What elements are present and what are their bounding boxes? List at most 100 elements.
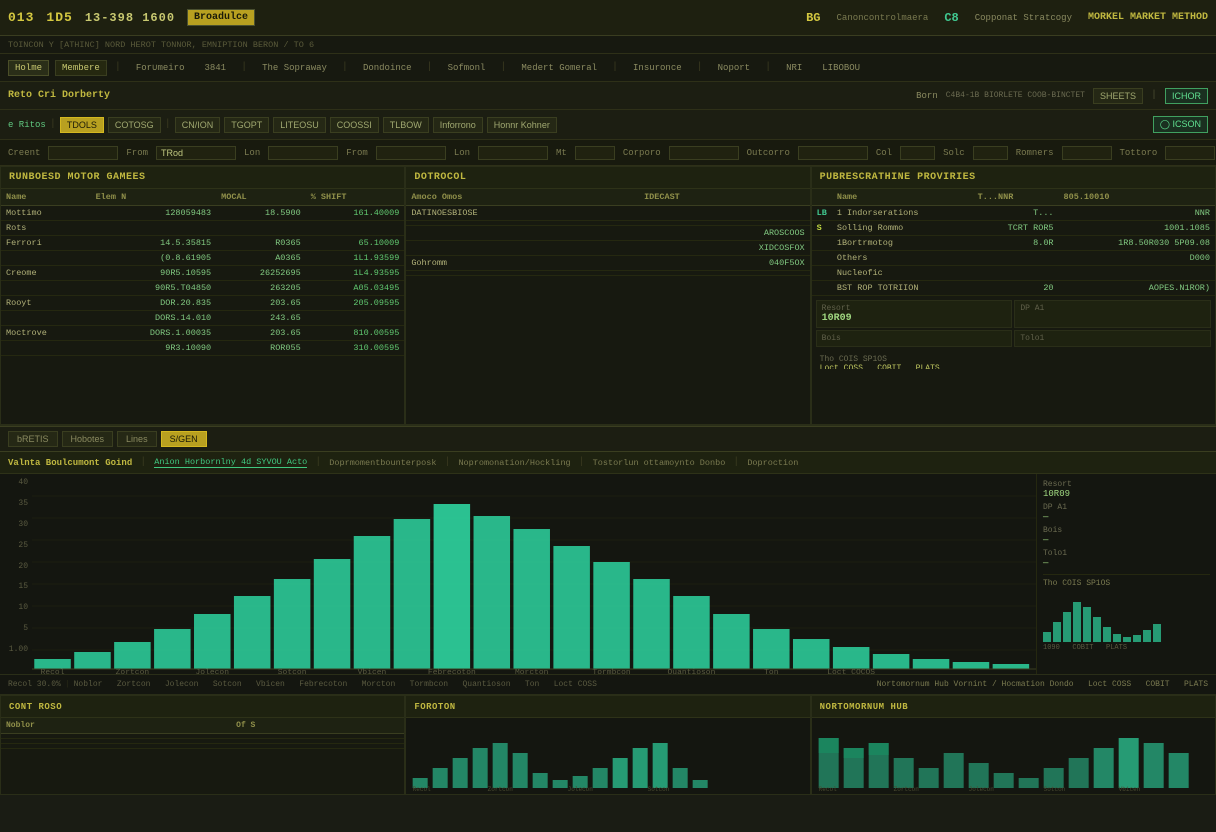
- chart-right-panel: Resort 10R09 DP A1 — Bois — Tolo1 — Tho …: [1036, 474, 1216, 674]
- toolbar-btn-cotosg[interactable]: COTOSG: [108, 117, 161, 133]
- filter-tottoro-input[interactable]: [1165, 146, 1215, 160]
- nav-sep8: |: [765, 62, 771, 73]
- bottom-tabs-bar: bRETIS Hobotes Lines S/GEN: [0, 426, 1216, 452]
- right-stats-grid: Resort 10R09 DP A1 Bois Tolo1: [812, 296, 1215, 351]
- nav-3841[interactable]: 3841: [197, 60, 233, 76]
- nav-sep3: |: [342, 62, 348, 73]
- born-label: Born: [916, 91, 938, 101]
- table-row: (0.8.61905A03651L1.93599: [1, 251, 404, 266]
- module-badge[interactable]: Broadulce: [187, 9, 255, 26]
- right-col0: [812, 189, 832, 206]
- toolbar-action-btn[interactable]: ◯ ICSON: [1153, 116, 1208, 133]
- nav-libobou[interactable]: LIBOBOU: [815, 60, 867, 76]
- nav-nri[interactable]: NRI: [779, 60, 809, 76]
- nav-sep7: |: [697, 62, 703, 73]
- bottom-tab-bretis[interactable]: bRETIS: [8, 431, 58, 447]
- top-bar-right: BG Canoncontrolmaera C8 Copponat Stratco…: [806, 11, 1208, 25]
- label2: MORKEL MARKET METHOD: [1088, 12, 1208, 23]
- chart-label2[interactable]: Doprmomentbounterposk: [329, 458, 436, 468]
- chart-stat2: DP A1 —: [1043, 503, 1210, 522]
- nav-medert[interactable]: Medert Gomeral: [514, 60, 604, 76]
- nav-home[interactable]: Holme: [8, 60, 49, 76]
- left-panel-header: Runboesd Motor Gamees: [1, 167, 404, 189]
- subtitle-bar: TOINCON Y [ATHINC] NORD HEROT TONNOR, EM…: [0, 36, 1216, 54]
- svg-text:Zortcon: Zortcon: [488, 786, 514, 793]
- nav-member[interactable]: Membere: [55, 60, 107, 76]
- table-row: S Solling Rommo TCRT ROR5 1001.1085: [812, 221, 1215, 236]
- chart-label5[interactable]: Doproction: [747, 458, 798, 468]
- toolbar-btn-inform[interactable]: Inforrono: [433, 117, 483, 133]
- bottom-mid-header: Foroton: [406, 696, 809, 718]
- mid-table-scroll[interactable]: Amoco Omos IDECAST DATINOESBIOSE AROSCOO…: [406, 189, 809, 276]
- svg-text:Loct COCOS: Loct COCOS: [827, 669, 875, 674]
- toolbar-btn-tgopt[interactable]: TGOPT: [224, 117, 269, 133]
- bottom-right-title: Nortomornum Hub: [820, 702, 909, 712]
- chart-label3[interactable]: Nopromonation/Hockling: [458, 458, 570, 468]
- filter-outcorro-input[interactable]: [798, 146, 868, 160]
- y-1: 1.00: [4, 645, 28, 654]
- stat-bois: Bois: [816, 330, 1013, 347]
- filter-creent-input[interactable]: [48, 146, 118, 160]
- filter-from-label: From: [126, 148, 148, 158]
- bottom-tab-hobotes[interactable]: Hobotes: [62, 431, 114, 447]
- nav-sopraway[interactable]: The Sopraway: [255, 60, 334, 76]
- filter-solc-input[interactable]: [973, 146, 1008, 160]
- filter-top-bar: Reto Cri Dorberty Born C4B4-1B BIORLETE …: [0, 82, 1216, 110]
- chart-main-title: Valnta Boulcumont Goind: [8, 458, 132, 468]
- table-row: Others D000: [812, 251, 1215, 266]
- bottom-tab-lines[interactable]: Lines: [117, 431, 157, 447]
- filter-corporo-input[interactable]: [669, 146, 739, 160]
- sheets-button[interactable]: SHEETS: [1093, 88, 1143, 104]
- filter-from-input[interactable]: [156, 146, 236, 160]
- nav-sofmonl[interactable]: Sofmonl: [441, 60, 493, 76]
- y-10: 10: [4, 603, 28, 612]
- filter-solc-label: Solc: [943, 148, 965, 158]
- toolbar-btn-liteosu[interactable]: LITEOSU: [273, 117, 326, 133]
- table-row: LB 1 Indorserations T... NNR: [812, 206, 1215, 221]
- left-table-scroll[interactable]: Name Elem N MOCAL % SHIFT Mottimo1280594…: [1, 189, 404, 356]
- col-name: Name: [1, 189, 91, 206]
- mid-panel-header: Dotrocol: [406, 167, 809, 189]
- nav-noport[interactable]: Noport: [711, 60, 757, 76]
- nav-dondoince[interactable]: Dondoince: [356, 60, 419, 76]
- chart-stat3: Bois —: [1043, 526, 1210, 545]
- toolbar: e Ritos | TDOLS COTOSG | CN/ION TGOPT LI…: [0, 110, 1216, 140]
- right-table-scroll[interactable]: Name T...NNR 805.10010 LB 1 Indorseratio…: [812, 189, 1215, 369]
- bottom-tab-sgen[interactable]: S/GEN: [161, 431, 207, 447]
- filter-lon-input[interactable]: [268, 146, 338, 160]
- toolbar-btn-honnr[interactable]: Honnr Kohner: [487, 117, 557, 133]
- chart-label4[interactable]: Tostorlun ottamoynto Donbo: [593, 458, 726, 468]
- filter-creent-label: Creent: [8, 148, 40, 158]
- filter-romners-input[interactable]: [1062, 146, 1112, 160]
- toolbar-btn-coossi[interactable]: COOSSI: [330, 117, 379, 133]
- filter-col-input[interactable]: [900, 146, 935, 160]
- y-40: 40: [4, 478, 28, 487]
- tho-cois-label: Tho COIS SP1OS: [820, 355, 1207, 364]
- nav-forum[interactable]: For∪meiro: [129, 60, 192, 76]
- right-col1: Name: [832, 189, 973, 206]
- mid-table: Amoco Omos IDECAST DATINOESBIOSE AROSCOO…: [406, 189, 809, 276]
- bottom-right-chart: Recol Zortcon Jolecon Sotcon Vbicen: [812, 718, 1215, 793]
- filter-outcorro-label: Outcorro: [747, 148, 790, 158]
- chart-sep: |: [140, 457, 146, 468]
- x-label-names: Noblor Zortcon Jolecon Sotcon Vbicen Feb…: [74, 680, 597, 689]
- chart-label1[interactable]: Anion Horbornlny 4d SYVOU Acto: [154, 457, 307, 468]
- filter-from2-input[interactable]: [376, 146, 446, 160]
- nav-sep5: |: [500, 62, 506, 73]
- toolbar-filter-label: e Ritos: [8, 120, 46, 130]
- nav-sep4: |: [427, 62, 433, 73]
- toolbar-btn-tdols[interactable]: TDOLS: [60, 117, 104, 133]
- svg-text:Zortcon: Zortcon: [893, 786, 919, 793]
- nav-insuronce[interactable]: Insuronce: [626, 60, 689, 76]
- toolbar-btn-tlbow[interactable]: TLBOW: [383, 117, 429, 133]
- x-axis-label-row: Recol 30.0% | Noblor Zortcon Jolecon Sot…: [0, 675, 1216, 695]
- ichor-button[interactable]: ICHOR: [1165, 88, 1208, 104]
- svg-text:Vbicen: Vbicen: [1118, 786, 1140, 793]
- filter-mt-input[interactable]: [575, 146, 615, 160]
- filter-mt-label: Mt: [556, 148, 567, 158]
- table-row: RooytDOR.20.835203.65205.09595: [1, 296, 404, 311]
- x-label-note: Nortomornum Hub Vornint / Hocmation Dond…: [877, 680, 1208, 689]
- svg-text:Jolecon: Jolecon: [568, 786, 594, 793]
- filter-lon2-input[interactable]: [478, 146, 548, 160]
- toolbar-btn-cnion[interactable]: CN/ION: [175, 117, 221, 133]
